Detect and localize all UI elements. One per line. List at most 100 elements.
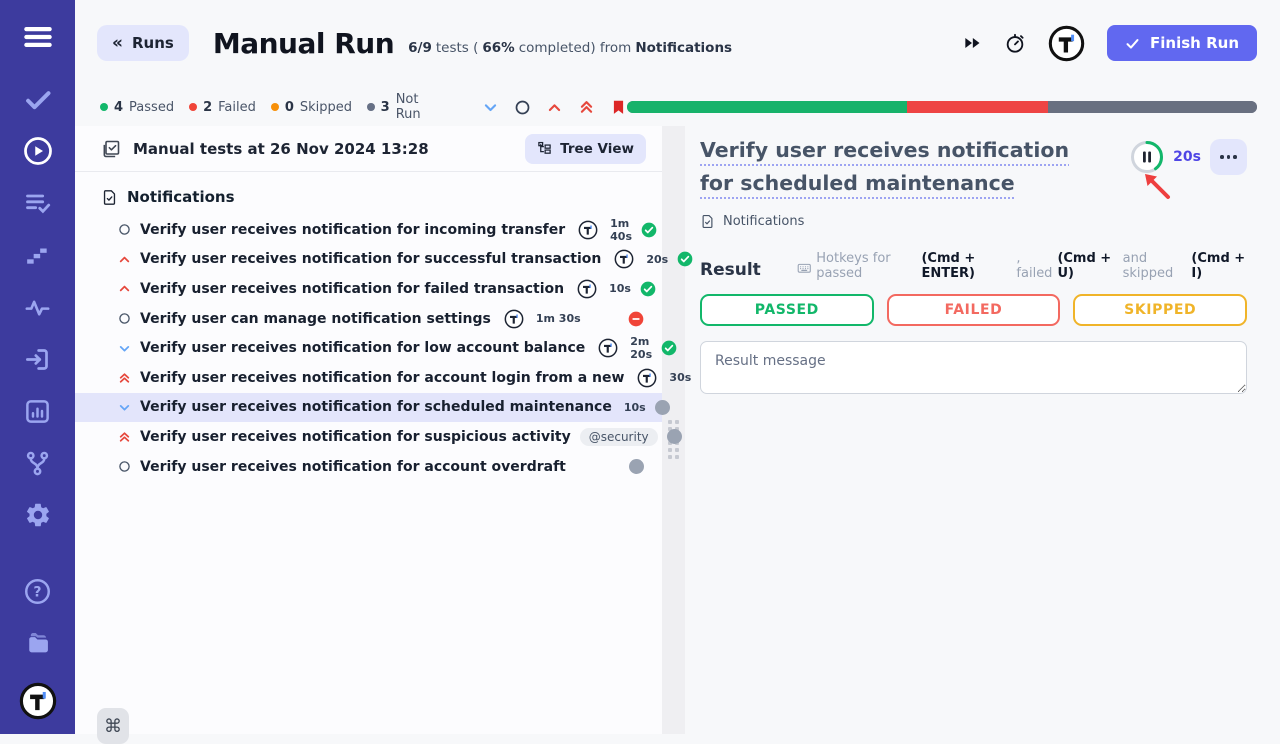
result-message-input[interactable] [700, 341, 1247, 394]
priority-icon [117, 253, 131, 266]
more-options-button[interactable] [1210, 139, 1247, 175]
test-title: Verify user receives notification for su… [140, 251, 601, 267]
tree-view-button[interactable]: Tree View [525, 134, 646, 164]
timer-cluster: 20s [1130, 139, 1247, 175]
priority-normal-filter-icon[interactable] [514, 99, 531, 116]
priority-high-filter-icon[interactable] [546, 99, 563, 116]
test-status-icon [661, 340, 677, 356]
runs-icon[interactable] [23, 138, 53, 164]
run-status-bar: 4Passed 2Failed 0Skipped 3Not Run [75, 88, 1280, 126]
hamburger-menu-icon[interactable] [23, 22, 53, 52]
bookmark-filter-icon[interactable] [610, 98, 627, 117]
pause-timer-button[interactable] [1130, 140, 1164, 174]
fast-forward-icon[interactable] [962, 33, 982, 53]
test-row[interactable]: Verify user can manage notification sett… [75, 304, 662, 334]
priority-icon [117, 223, 131, 236]
priority-low-filter-icon[interactable] [482, 99, 499, 116]
double-chevron-left-icon: « [112, 33, 123, 53]
svg-text:?: ? [33, 584, 41, 600]
test-row[interactable]: Verify user receives notification for su… [75, 245, 662, 275]
suite-name: Notifications [635, 40, 732, 56]
test-title: Verify user receives notification for sc… [140, 399, 612, 415]
settings-gear-icon[interactable] [24, 502, 52, 528]
tests-percent: 66% [482, 40, 514, 56]
elapsed-time: 20s [1173, 149, 1201, 165]
passed-button[interactable]: PASSED [700, 294, 874, 326]
back-to-runs-label: Runs [132, 34, 174, 52]
test-duration: 10s [624, 401, 646, 414]
test-plans-icon[interactable] [24, 190, 52, 216]
priority-icon [117, 460, 131, 473]
test-duration: 10s [609, 282, 631, 295]
testomat-account-logo[interactable] [1048, 25, 1085, 62]
suite-file-icon [700, 214, 715, 229]
test-status-icon [629, 459, 644, 474]
test-list: Verify user receives notification for in… [75, 215, 662, 481]
result-heading: Result [700, 260, 761, 280]
test-row[interactable]: Verify user receives notification for sc… [75, 393, 662, 423]
page-title: Manual Run [213, 27, 394, 60]
ellipsis-icon [1220, 155, 1224, 159]
tree-view-icon [537, 141, 552, 156]
test-status-icon [628, 311, 644, 327]
tests-icon[interactable] [24, 86, 52, 112]
stat-failed: 2Failed [189, 100, 256, 115]
suite-file-icon [101, 189, 118, 206]
header: « Runs Manual Run 6/9 tests ( 66% comple… [75, 0, 1280, 86]
priority-icon [117, 430, 131, 444]
testomat-logo-icon [614, 249, 634, 269]
hotkeys-command-button[interactable]: ⌘ [97, 708, 129, 744]
test-status-icon [655, 400, 670, 415]
projects-folder-icon[interactable] [24, 630, 52, 656]
passed-dot-icon [100, 103, 108, 111]
test-title: Verify user receives notification for ac… [140, 459, 566, 475]
reports-icon[interactable] [24, 398, 51, 424]
test-row[interactable]: Verify user receives notification for in… [75, 215, 662, 245]
testomat-logo-icon [578, 220, 598, 240]
test-row[interactable]: Verify user receives notification for ac… [75, 363, 662, 393]
test-title: Verify user receives notification for fa… [140, 281, 564, 297]
priority-critical-filter-icon[interactable] [578, 99, 595, 116]
test-title: Verify user can manage notification sett… [140, 311, 491, 327]
priority-icon [117, 282, 131, 295]
hotkeys-hint: Hotkeys for passed (Cmd + ENTER) , faile… [797, 251, 1247, 281]
progress-segment-passed [627, 101, 907, 113]
tests-fraction: 6/9 [408, 40, 432, 56]
priority-icon [117, 342, 131, 355]
priority-filters [482, 98, 627, 117]
test-row[interactable]: Verify user receives notification for fa… [75, 274, 662, 304]
back-to-runs-button[interactable]: « Runs [97, 25, 189, 61]
test-title: Verify user receives notification for ac… [140, 370, 624, 386]
stat-skipped: 0Skipped [271, 100, 352, 115]
test-detail-title[interactable]: Verify user receives notification for sc… [700, 134, 1072, 200]
test-row[interactable]: Verify user receives notification for su… [75, 422, 662, 452]
timer-stopwatch-icon[interactable] [1004, 32, 1026, 54]
skipped-button[interactable]: SKIPPED [1073, 294, 1247, 326]
test-status-icon [641, 222, 657, 238]
failed-button[interactable]: FAILED [887, 294, 1061, 326]
test-title: Verify user receives notification for lo… [140, 340, 585, 356]
failed-dot-icon [189, 103, 197, 111]
detail-breadcrumb[interactable]: Notifications [700, 214, 1247, 229]
steps-icon[interactable] [25, 242, 51, 268]
run-progress-bar [627, 101, 1257, 113]
stat-notrun: 3Not Run [367, 92, 445, 122]
finish-run-button[interactable]: Finish Run [1107, 25, 1257, 61]
testomat-brand-logo[interactable] [19, 682, 57, 724]
run-title-bar: Manual tests at 26 Nov 2024 13:28 Tree V… [75, 126, 662, 172]
priority-icon [117, 401, 131, 414]
help-icon[interactable]: ? [24, 578, 51, 604]
test-row[interactable]: Verify user receives notification for lo… [75, 333, 662, 363]
test-duration: 20s [646, 253, 668, 266]
progress-segment-notrun [1048, 101, 1257, 113]
branches-icon[interactable] [24, 450, 51, 476]
import-icon[interactable] [24, 346, 51, 372]
clipboard-check-icon [101, 139, 121, 159]
test-status-icon [640, 281, 656, 297]
test-row[interactable]: Verify user receives notification for ac… [75, 452, 662, 482]
progress-segment-failed [907, 101, 1048, 113]
suite-header[interactable]: Notifications [75, 172, 662, 215]
test-list-panel: Manual tests at 26 Nov 2024 13:28 Tree V… [75, 126, 662, 734]
test-detail-panel: Verify user receives notification for sc… [685, 126, 1280, 734]
activity-pulse-icon[interactable] [24, 294, 51, 320]
